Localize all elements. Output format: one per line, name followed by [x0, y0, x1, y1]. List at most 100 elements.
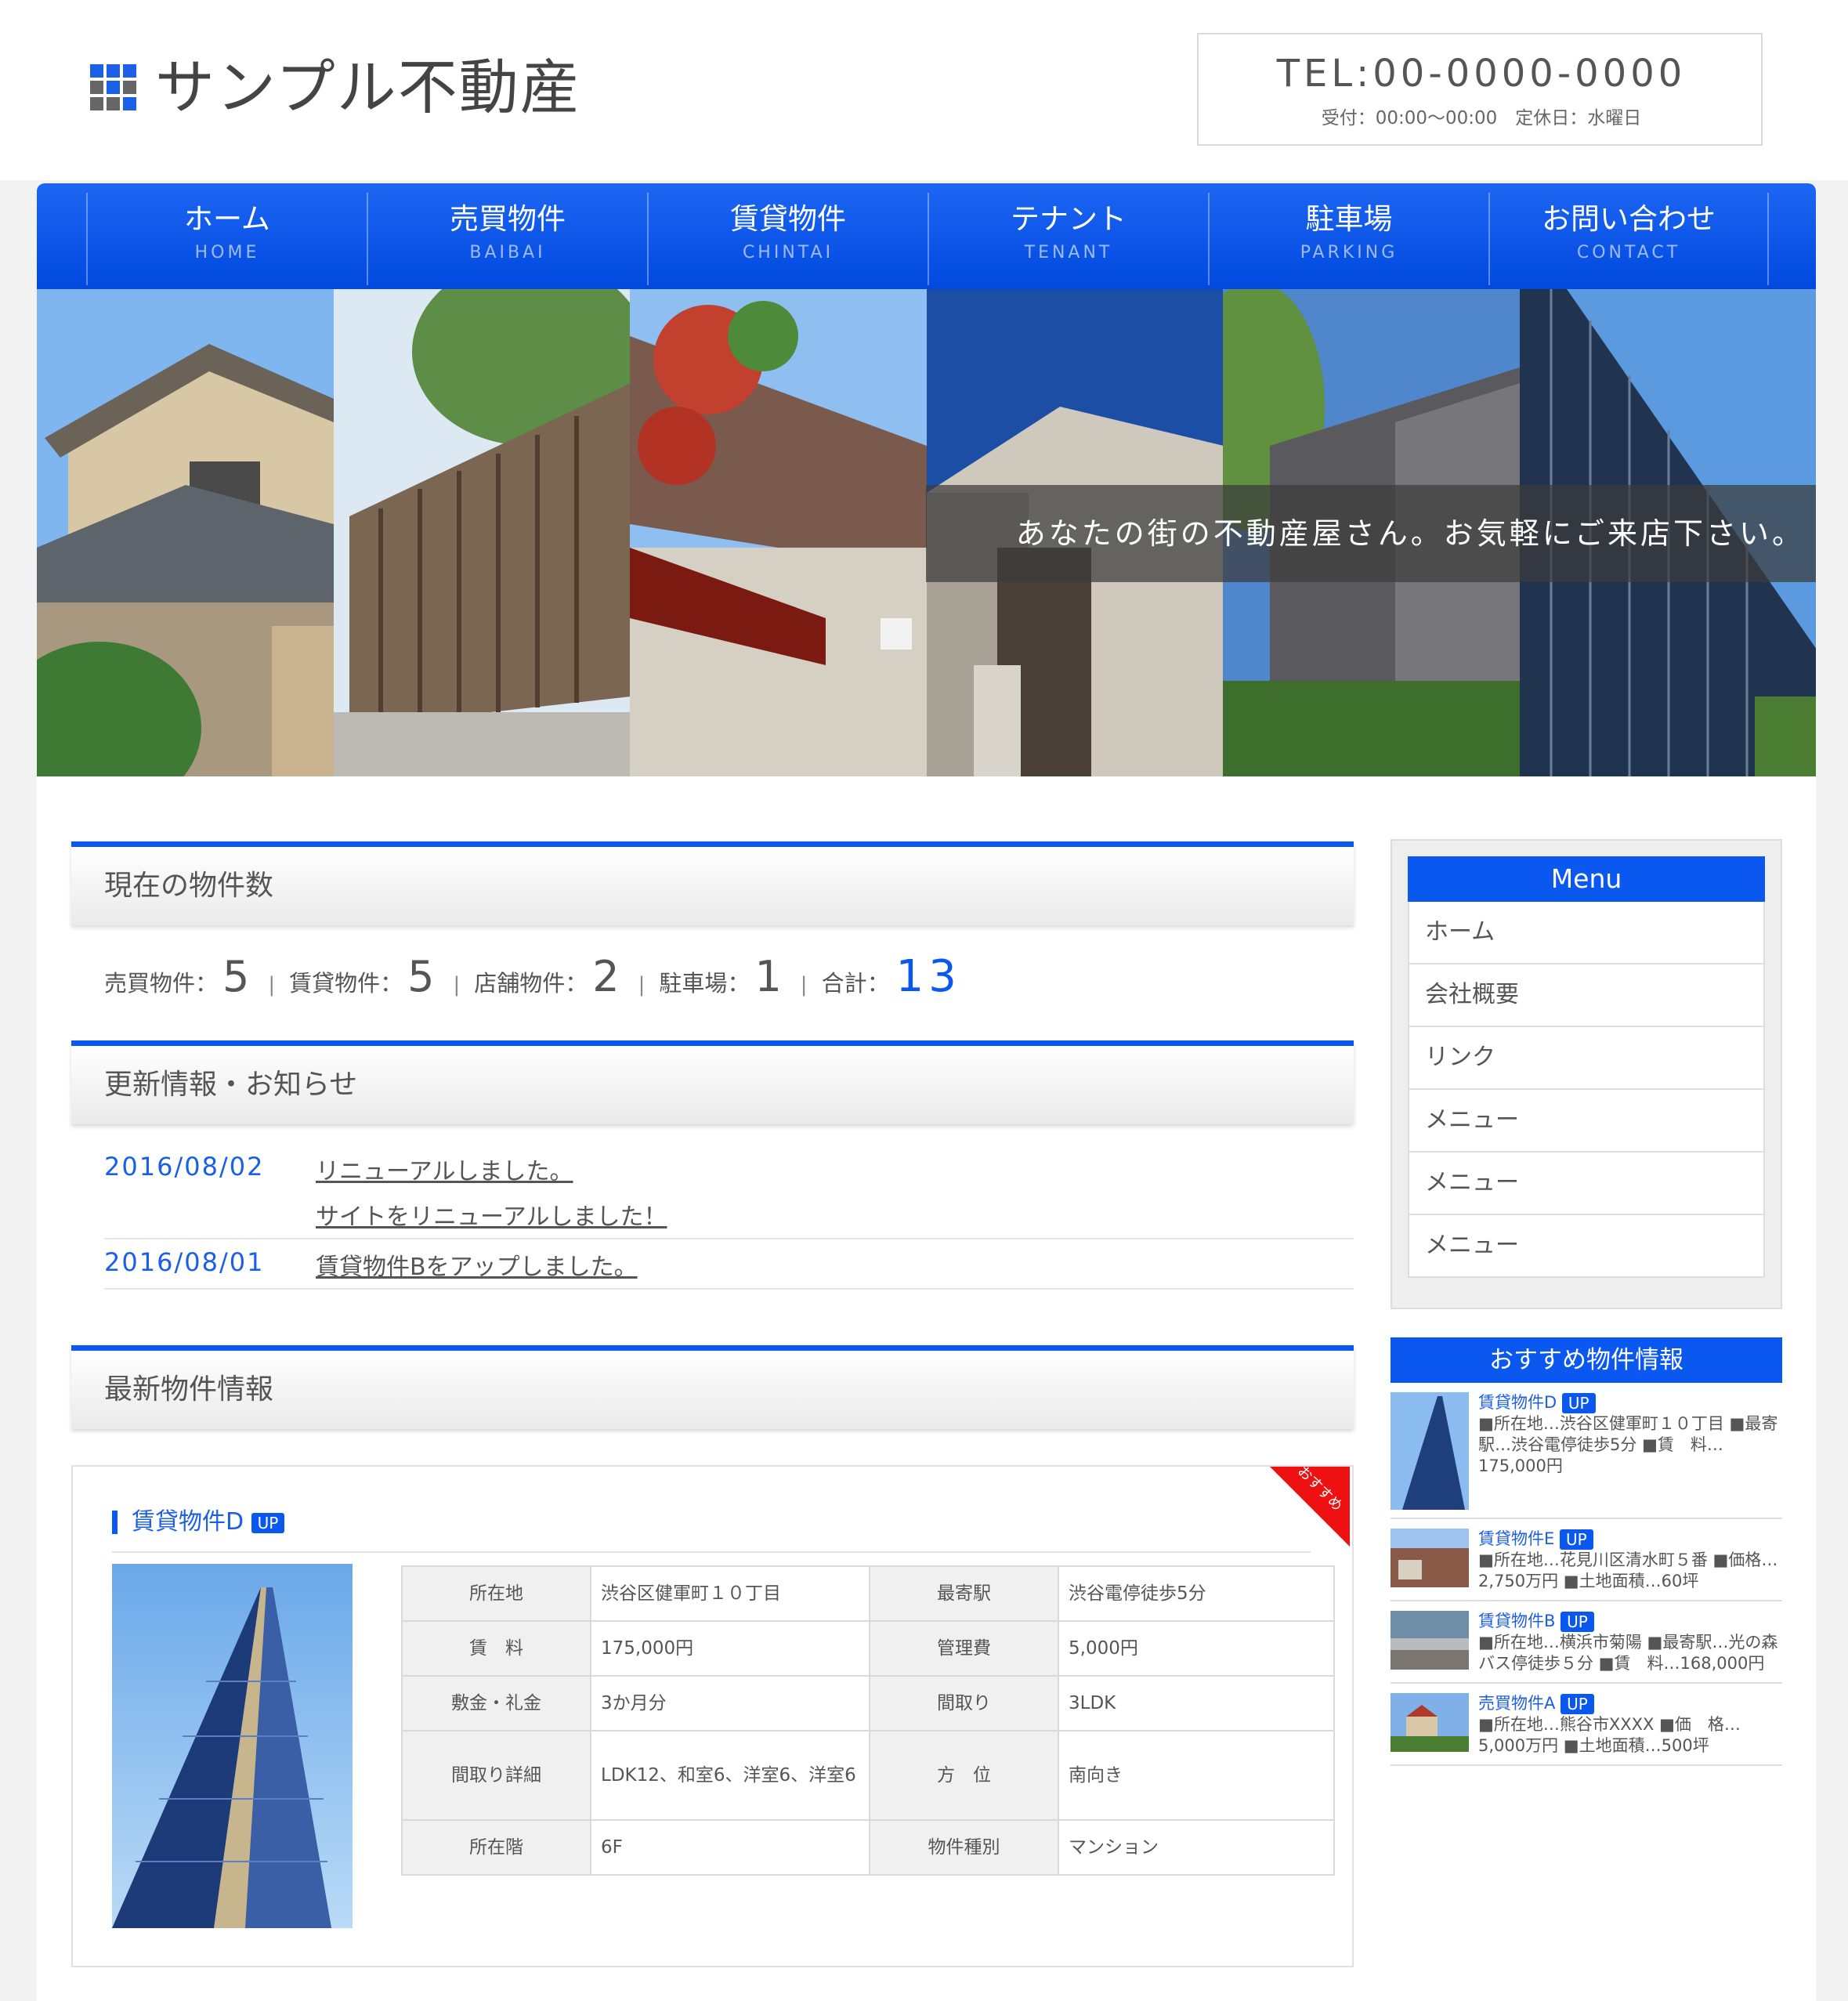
nav-home[interactable]: ホーム HOME — [86, 193, 367, 285]
spec-value: LDK12、和室6、洋室6、洋室6 — [590, 1730, 870, 1821]
sidebar-item-menu[interactable]: メニュー — [1408, 1090, 1765, 1152]
sidebar-menu-list: ホーム 会社概要 リンク メニュー メニュー メニュー — [1408, 902, 1765, 1278]
spec-key: 管理費 — [869, 1620, 1059, 1677]
recommend-thumbnail[interactable] — [1391, 1392, 1469, 1510]
recommend-thumbnail[interactable] — [1391, 1611, 1469, 1670]
table-row: 敷金・礼金 3か月分 間取り 3LDK — [401, 1675, 1335, 1731]
site-name[interactable]: サンプル不動産 — [155, 49, 581, 127]
recommend-list: 賃貸物件D UP ■所在地…渋谷区健軍町１０丁目 ■最寄駅…渋谷電停徒歩5分 ■… — [1391, 1391, 1782, 1768]
count-separator: | — [638, 973, 646, 997]
nav-label: 駐車場 — [1305, 202, 1393, 236]
list-item[interactable]: 賃貸物件B UP ■所在地…横浜市菊陽 ■最寄駅…光の森バス停徒歩５分 ■賃 料… — [1391, 1609, 1782, 1684]
section-title: 最新物件情報 — [104, 1373, 274, 1406]
list-item[interactable]: 賃貸物件E UP ■所在地…花見川区清水町５番 ■価格…2,750万円 ■土地面… — [1391, 1527, 1782, 1601]
nav-chintai[interactable]: 賃貸物件 CHINTAI — [647, 193, 928, 285]
nav-label: お問い合わせ — [1542, 202, 1716, 236]
spec-value: 5,000円 — [1058, 1620, 1335, 1677]
list-item[interactable]: 売買物件A UP ■所在地…熊谷市XXXX ■価 格…5,000万円 ■土地面積… — [1391, 1692, 1782, 1766]
business-hours: 受付：00:00〜00:00 定休日：水曜日 — [1321, 108, 1642, 128]
news-item: 2016/08/01 賃貸物件Bをアップしました。 — [104, 1239, 1354, 1290]
property-counts: 売買物件： 5 | 賃貸物件： 5 | 店舗物件： 2 | 駐車場： 1 | 合… — [104, 951, 961, 1006]
spec-key: 最寄駅 — [869, 1565, 1059, 1622]
news-link[interactable]: サイトをリニューアルしました！ — [316, 1197, 667, 1232]
spec-value: 175,000円 — [590, 1620, 870, 1677]
count-label-baibai: 売買物件： — [104, 970, 219, 997]
count-label-parking: 駐車場： — [659, 970, 750, 997]
nav-baibai[interactable]: 売買物件 BAIBAI — [367, 193, 647, 285]
count-total: 13 — [895, 951, 961, 1002]
sidebar-item-home[interactable]: ホーム — [1408, 902, 1765, 964]
hero-caption: あなたの街の不動産屋さん。お気軽にご来店下さい。 — [1015, 516, 1805, 551]
sidebar-item-menu[interactable]: メニュー — [1408, 1215, 1765, 1278]
recommend-ribbon: おすすめ — [1270, 1467, 1350, 1547]
nav-contact[interactable]: お問い合わせ CONTACT — [1488, 193, 1769, 285]
property-card[interactable]: おすすめ 賃貸物件D UP 所在地 渋谷区健軍町１０丁目 最寄駅 渋谷電停徒歩5… — [71, 1465, 1354, 1967]
count-parking: 1 — [754, 952, 782, 1001]
count-separator: | — [453, 973, 461, 997]
spec-key: 方 位 — [869, 1730, 1059, 1821]
news-item: 2016/08/02 リニューアルしました。 サイトをリニューアルしました！ — [104, 1145, 1354, 1239]
spec-value: 渋谷電停徒歩5分 — [1058, 1565, 1335, 1622]
hero-photo-japanese-house — [37, 289, 334, 776]
spec-key: 間取り詳細 — [401, 1730, 591, 1821]
up-badge: UP — [1559, 1529, 1593, 1550]
recommend-heading: おすすめ物件情報 — [1391, 1337, 1782, 1383]
news-date: 2016/08/01 — [104, 1247, 265, 1277]
count-separator: | — [800, 973, 808, 997]
sidebar-item-links[interactable]: リンク — [1408, 1027, 1765, 1090]
nav-parking[interactable]: 駐車場 PARKING — [1208, 193, 1488, 285]
recommend-name[interactable]: 賃貸物件D — [1478, 1393, 1557, 1412]
table-row: 賃 料 175,000円 管理費 5,000円 — [401, 1620, 1335, 1677]
sidebar-item-company[interactable]: 会社概要 — [1408, 964, 1765, 1027]
nav-label: 賃貸物件 — [730, 202, 846, 236]
hero-photo-wood-louvers — [333, 289, 630, 776]
recommend-desc: ■所在地…渋谷区健軍町１０丁目 ■最寄駅…渋谷電停徒歩5分 ■賃 料…175,0… — [1478, 1414, 1778, 1475]
divider — [112, 1551, 1311, 1553]
recommend-name[interactable]: 賃貸物件E — [1478, 1529, 1554, 1548]
spec-key: 物件種別 — [869, 1819, 1059, 1876]
hero-caption-band: あなたの街の不動産屋さん。お気軽にご来店下さい。 — [926, 485, 1816, 582]
recommend-thumbnail[interactable] — [1391, 1529, 1469, 1587]
spec-value: マンション — [1058, 1819, 1335, 1876]
up-badge: UP — [1561, 1393, 1596, 1413]
property-spec-table: 所在地 渋谷区健軍町１０丁目 最寄駅 渋谷電停徒歩5分 賃 料 175,000円… — [401, 1565, 1335, 1876]
up-badge: UP — [1560, 1694, 1594, 1714]
tel-number[interactable]: TEL:00-0000-0000 — [1199, 50, 1764, 97]
count-label-chintai: 賃貸物件： — [289, 970, 403, 997]
recommend-name[interactable]: 売買物件A — [1478, 1694, 1555, 1713]
spec-key: 賃 料 — [401, 1620, 591, 1677]
nav-label: 売買物件 — [450, 202, 566, 236]
recommend-desc: ■所在地…熊谷市XXXX ■価 格…5,000万円 ■土地面積…500坪 — [1478, 1715, 1741, 1755]
nav-label: ホーム — [184, 202, 270, 236]
list-item[interactable]: 賃貸物件D UP ■所在地…渋谷区健軍町１０丁目 ■最寄駅…渋谷電停徒歩5分 ■… — [1391, 1391, 1782, 1519]
nav-label: テナント — [1011, 202, 1127, 236]
nav-sublabel: CHINTAI — [742, 243, 834, 262]
count-chintai: 5 — [407, 952, 435, 1001]
count-baibai: 5 — [222, 952, 250, 1001]
section-title: 更新情報・お知らせ — [104, 1069, 358, 1101]
recommend-name[interactable]: 賃貸物件B — [1478, 1612, 1555, 1630]
spec-key: 所在地 — [401, 1565, 591, 1622]
nav-sublabel: HOME — [194, 243, 260, 262]
recommend-thumbnail[interactable] — [1391, 1693, 1469, 1752]
count-tenpo: 2 — [592, 952, 620, 1001]
spec-key: 間取り — [869, 1675, 1059, 1731]
recommend-desc: ■所在地…横浜市菊陽 ■最寄駅…光の森バス停徒歩５分 ■賃 料…168,000円 — [1478, 1633, 1778, 1673]
nav-sublabel: BAIBAI — [469, 243, 546, 262]
news-link[interactable]: リニューアルしました。 — [316, 1152, 573, 1186]
nav-sublabel: PARKING — [1300, 243, 1398, 262]
spec-key: 敷金・礼金 — [401, 1675, 591, 1731]
property-photo[interactable] — [112, 1564, 353, 1928]
nav-tenant[interactable]: テナント TENANT — [928, 193, 1208, 285]
count-separator: | — [268, 973, 276, 997]
site-header: サンプル不動産 TEL:00-0000-0000 受付：00:00〜00:00 … — [0, 0, 1848, 180]
spec-value: 渋谷区健軍町１０丁目 — [590, 1565, 870, 1622]
news-link[interactable]: 賃貸物件Bをアップしました。 — [316, 1247, 638, 1282]
count-label-tenpo: 店舗物件： — [474, 970, 588, 997]
tel-box: TEL:00-0000-0000 受付：00:00〜00:00 定休日：水曜日 — [1197, 33, 1763, 146]
sidebar-item-menu[interactable]: メニュー — [1408, 1152, 1765, 1215]
nav-sublabel: CONTACT — [1576, 243, 1681, 262]
property-title[interactable]: 賃貸物件D UP — [132, 1506, 285, 1539]
news-date: 2016/08/02 — [104, 1152, 265, 1181]
spec-key: 所在階 — [401, 1819, 591, 1876]
